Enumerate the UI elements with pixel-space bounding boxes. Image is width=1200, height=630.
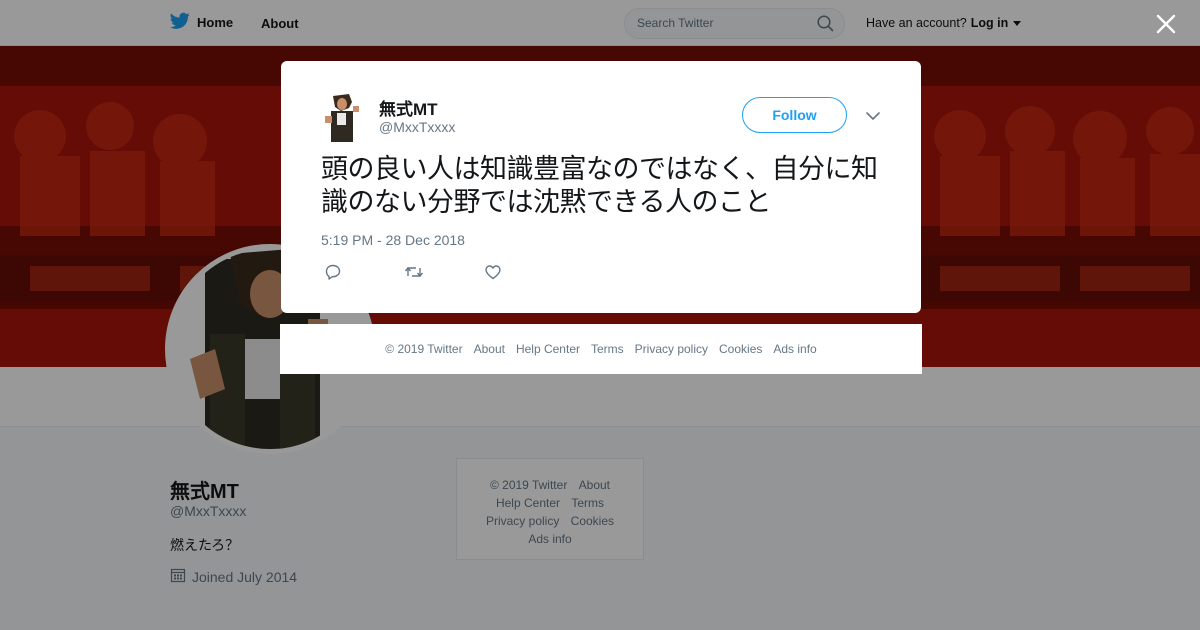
modal-footer-about[interactable]: About <box>474 342 505 356</box>
tweet-actions <box>324 263 564 283</box>
tweet-avatar-image <box>321 94 361 142</box>
like-icon[interactable] <box>484 263 564 283</box>
retweet-icon[interactable] <box>404 263 484 283</box>
modal-footer-help-center[interactable]: Help Center <box>516 342 580 356</box>
modal-footer-terms[interactable]: Terms <box>591 342 624 356</box>
modal-footer-ads-info[interactable]: Ads info <box>773 342 816 356</box>
chevron-down-icon[interactable] <box>865 109 881 121</box>
tweet-author-avatar[interactable] <box>321 94 361 142</box>
modal-footer-cookies[interactable]: Cookies <box>719 342 762 356</box>
reply-icon[interactable] <box>324 263 404 283</box>
follow-button[interactable]: Follow <box>742 97 847 133</box>
modal-footer-copyright: © 2019 Twitter <box>385 342 463 356</box>
tweet-author-name[interactable]: 無式MT <box>379 95 438 120</box>
tweet-author-handle[interactable]: @MxxTxxxx <box>379 119 455 135</box>
tweet-text: 頭の良い人は知識豊富なのではなく、自分に知識のない分野では沈黙できる人のこと <box>321 154 878 218</box>
tweet-permalink-card: 無式MT @MxxTxxxx Follow 頭の良い人は知識豊富なのではなく、自… <box>281 61 921 313</box>
modal-footer-privacy[interactable]: Privacy policy <box>635 342 708 356</box>
tweet-timestamp[interactable]: 5:19 PM - 28 Dec 2018 <box>321 232 465 248</box>
modal-footer: © 2019 Twitter About Help Center Terms P… <box>280 324 922 374</box>
close-icon[interactable] <box>1155 13 1177 35</box>
